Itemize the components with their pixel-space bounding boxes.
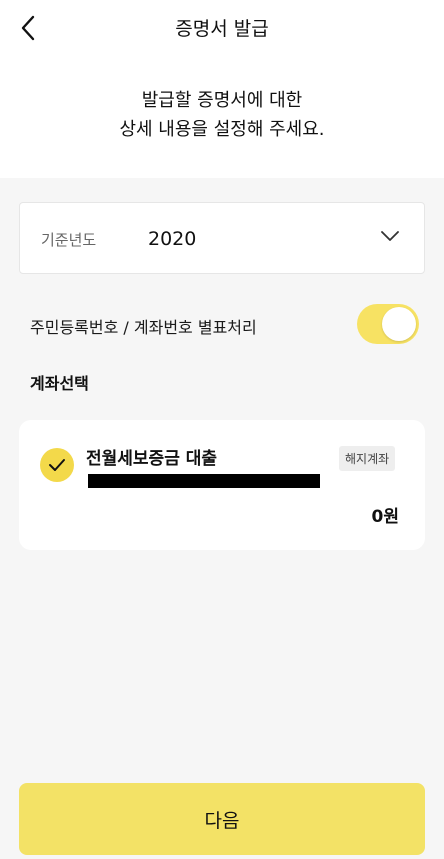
status-badge: 해지계좌 [339, 446, 396, 471]
redacted-account-number [88, 474, 320, 488]
account-card[interactable]: 전월세보증금 대출 해지계좌 0원 [19, 420, 425, 550]
mask-toggle[interactable] [357, 304, 419, 344]
year-select-label: 기준년도 [41, 231, 97, 249]
mask-option-label: 주민등록번호 / 계좌번호 별표처리 [30, 318, 257, 337]
year-select[interactable]: 기준년도 2020 [19, 202, 425, 274]
intro-line-2: 상세 내용을 설정해 주세요. [119, 119, 325, 140]
account-balance: 0원 [371, 507, 399, 527]
account-section-title: 계좌선택 [30, 374, 89, 393]
chevron-down-icon [381, 231, 399, 241]
intro-text: 발급할 증명서에 대한 상세 내용을 설정해 주세요. [0, 86, 444, 144]
header: 증명서 발급 발급할 증명서에 대한 상세 내용을 설정해 주세요. [0, 0, 444, 178]
page-title: 증명서 발급 [175, 18, 269, 40]
toggle-knob [382, 307, 416, 341]
year-select-value: 2020 [148, 228, 197, 250]
check-icon [40, 448, 74, 482]
next-button[interactable]: 다음 [19, 783, 425, 855]
intro-line-1: 발급할 증명서에 대한 [141, 90, 303, 111]
account-name: 전월세보증금 대출 [86, 449, 218, 469]
